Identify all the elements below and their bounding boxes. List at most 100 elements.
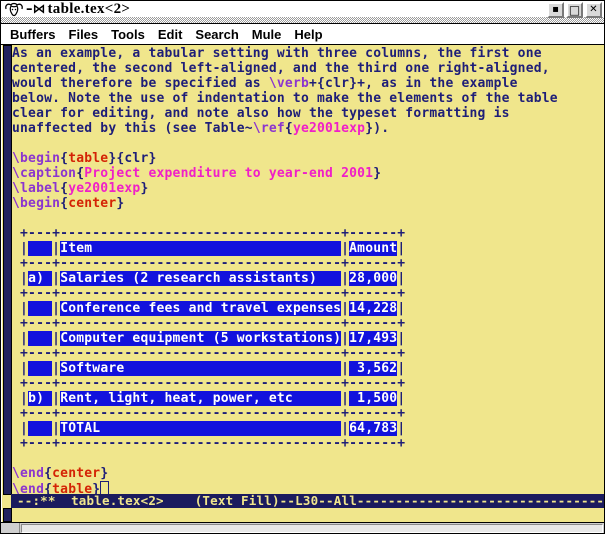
buffer-line: | |Item |Amount| xyxy=(12,241,604,256)
text-segment: As an example, a tabular setting with th… xyxy=(12,46,542,61)
text-segment: center xyxy=(68,196,116,211)
minibuffer[interactable]: Mark set xyxy=(13,507,123,522)
text-segment: +{clr}+, as in the example xyxy=(309,76,518,91)
text-segment: centered, the second left-aligned, and t… xyxy=(12,61,550,76)
text-segment: { xyxy=(44,466,52,481)
gnu-icon xyxy=(4,2,24,17)
text-segment: | xyxy=(12,271,28,286)
buffer-line xyxy=(12,451,604,466)
buffer-line: \caption{Project expenditure to year-end… xyxy=(12,166,604,181)
text-segment: table xyxy=(68,151,108,166)
maximize-icon: □ xyxy=(569,4,580,16)
text-segment: { xyxy=(60,151,68,166)
text-segment: | xyxy=(12,361,28,376)
buffer-line: \begin{table}{clr} xyxy=(12,151,604,166)
buffer-line: |b) |Rent, light, heat, power, etc | 1,5… xyxy=(12,391,604,406)
buffer-line: +---+-----------------------------------… xyxy=(12,376,604,391)
modeline: --:** table.tex<2> (Text Fill)--L30--All… xyxy=(11,494,604,508)
buffer-line xyxy=(12,211,604,226)
xemacs-window: –⋈ table.tex<2> ▪□✕ BuffersFilesToolsEdi… xyxy=(0,0,605,534)
text-segment: } xyxy=(373,166,381,181)
buffer-line: | |Computer equipment (5 workstations)|1… xyxy=(12,331,604,346)
text-segment: Computer equipment (5 workstations) xyxy=(60,331,341,346)
text-segment: below. Note the use of indentation to ma… xyxy=(12,91,558,106)
buffer-line: |a) |Salaries (2 research assistants) |2… xyxy=(12,271,604,286)
buffer-line: | |Conference fees and travel expenses|1… xyxy=(12,301,604,316)
text-segment: | xyxy=(397,361,405,376)
text-segment: \end xyxy=(12,466,44,481)
text-segment: center xyxy=(52,466,100,481)
close-button[interactable]: ✕ xyxy=(585,2,602,18)
text-segment: } xyxy=(140,181,148,196)
menu-item-edit[interactable]: Edit xyxy=(158,27,183,42)
text-segment: | xyxy=(12,241,28,256)
maximize-button[interactable]: □ xyxy=(566,2,583,18)
text-segment: Software xyxy=(60,361,341,376)
vertical-scrollbar-thumb[interactable] xyxy=(3,45,12,495)
text-segment: | xyxy=(52,331,60,346)
buffer-line: +---+-----------------------------------… xyxy=(12,436,604,451)
horizontal-scrollbar[interactable] xyxy=(1,522,604,534)
text-segment: }). xyxy=(365,121,389,136)
buffer-line: | |Software | 3,562| xyxy=(12,361,604,376)
titlebar[interactable]: –⋈ table.tex<2> ▪□✕ xyxy=(1,1,604,24)
text-segment: +---+-----------------------------------… xyxy=(12,316,405,331)
text-segment: | xyxy=(12,391,28,406)
text-segment: 3,562 xyxy=(349,361,397,376)
buffer-line: centered, the second left-aligned, and t… xyxy=(12,61,604,76)
text-segment: | xyxy=(341,361,349,376)
menu-item-search[interactable]: Search xyxy=(195,27,238,42)
minimize-button[interactable]: ▪ xyxy=(547,2,564,18)
window-controls: ▪ □ ✕ xyxy=(547,2,602,18)
text-segment: | xyxy=(12,301,28,316)
text-segment: \begin xyxy=(12,196,60,211)
text-segment: \label xyxy=(12,181,60,196)
text-segment: +---+-----------------------------------… xyxy=(12,286,405,301)
vertical-scrollbar[interactable] xyxy=(1,45,11,534)
titlebar-texture xyxy=(1,17,604,23)
text-segment: Project expenditure to year-end 2001 xyxy=(84,166,373,181)
text-segment: 1,500 xyxy=(349,391,397,406)
buffer-line: +---+-----------------------------------… xyxy=(12,346,604,361)
text-segment: | xyxy=(341,271,349,286)
minibuffer-scrollbar-thumb[interactable] xyxy=(3,508,12,522)
text-segment: | xyxy=(397,421,405,436)
buffer-line: would therefore be specified as \verb+{c… xyxy=(12,76,604,91)
text-segment xyxy=(28,301,52,316)
text-segment: | xyxy=(341,391,349,406)
buffer-line: +---+-----------------------------------… xyxy=(12,226,604,241)
menu-item-help[interactable]: Help xyxy=(294,27,322,42)
text-segment: \begin xyxy=(12,151,60,166)
text-segment: +---+-----------------------------------… xyxy=(12,436,405,451)
text-segment: | xyxy=(397,301,405,316)
text-segment: 17,493 xyxy=(349,331,397,346)
text-segment: 64,783 xyxy=(349,421,397,436)
text-segment xyxy=(28,361,52,376)
menu-item-tools[interactable]: Tools xyxy=(111,27,145,42)
text-segment: | xyxy=(341,241,349,256)
text-segment: | xyxy=(341,301,349,316)
text-segment: | xyxy=(52,301,60,316)
menu-item-buffers[interactable]: Buffers xyxy=(10,27,56,42)
text-segment: } xyxy=(116,196,124,211)
menubar: Buffers Files Tools Edit Search Mule Help xyxy=(1,24,604,45)
text-segment: | xyxy=(397,331,405,346)
text-segment: 28,000 xyxy=(349,271,397,286)
buffer-line xyxy=(12,136,604,151)
text-segment: ye2001exp xyxy=(293,121,365,136)
text-segment: }{clr} xyxy=(108,151,156,166)
text-segment xyxy=(28,331,52,346)
buffer-text[interactable]: As an example, a tabular setting with th… xyxy=(12,46,604,496)
buffer-line: unaffected by this (see Table~\ref{ye200… xyxy=(12,121,604,136)
text-segment: Rent, light, heat, power, etc xyxy=(60,391,341,406)
text-segment: TOTAL xyxy=(60,421,341,436)
text-segment: { xyxy=(60,196,68,211)
menu-item-files[interactable]: Files xyxy=(69,27,99,42)
text-segment: a) xyxy=(28,271,52,286)
buffer-line: \label{ye2001exp} xyxy=(12,181,604,196)
buffer-line: +---+-----------------------------------… xyxy=(12,286,604,301)
menu-item-mule[interactable]: Mule xyxy=(252,27,282,42)
horizontal-scrollbar-track[interactable] xyxy=(21,524,603,533)
text-segment: 14,228 xyxy=(349,301,397,316)
text-segment: Item xyxy=(60,241,341,256)
